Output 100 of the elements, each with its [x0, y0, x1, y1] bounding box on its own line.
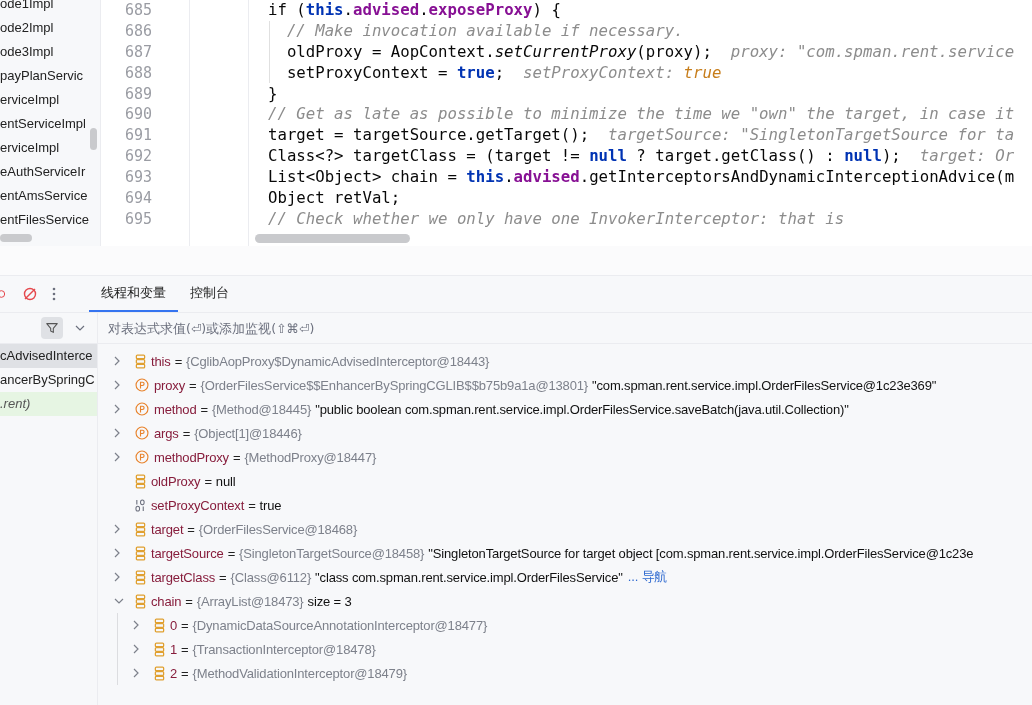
- object-reference: {OrderFilesService@18468}: [198, 521, 358, 537]
- variable-name: this: [151, 353, 171, 369]
- more-icon[interactable]: [52, 286, 56, 302]
- navigate-link[interactable]: ... 导航: [627, 568, 668, 586]
- equals-sign: =: [187, 521, 195, 537]
- equals-sign: =: [200, 401, 208, 417]
- parameter-icon: [135, 378, 149, 392]
- code-text: .: [504, 167, 514, 187]
- object-reference: {TransactionInterceptor@18478}: [192, 641, 376, 657]
- tab[interactable]: 线程和变量: [89, 276, 178, 312]
- equals-sign: =: [232, 449, 241, 465]
- line-number: 694: [123, 188, 152, 209]
- scrollbar-thumb[interactable]: [90, 128, 97, 150]
- code-text: if (: [268, 0, 306, 19]
- equals-sign: =: [181, 617, 189, 633]
- code-text: ) {: [532, 0, 561, 19]
- variable-name: targetClass: [151, 569, 216, 585]
- object-reference: {DynamicDataSourceAnnotationInterceptor@18477}: [192, 617, 488, 633]
- line-number: 693: [123, 167, 152, 188]
- field-icon: [135, 353, 146, 369]
- line-number: 688: [123, 62, 152, 84]
- variable-value: "SingletonTargetSource for target object [com.spman.rent.service.impl.OrderFilesService@1c23e: [428, 545, 974, 561]
- file-tree-item[interactable]: entFilesService: [0, 208, 100, 232]
- field-name: advised: [513, 167, 580, 187]
- code-text: Object retVal;: [268, 188, 401, 207]
- variable-name: args: [154, 425, 179, 441]
- method-call: setCurrentProxy: [494, 41, 637, 61]
- code-text: .: [419, 0, 429, 19]
- file-tree-item[interactable]: eAuthServiceIr: [0, 160, 100, 184]
- variable-value: "class com.spman.rent.service.impl.OrderFilesService": [315, 569, 623, 585]
- object-reference: {OrderFilesService$$EnhancerBySpringCGLIB$$b75b9a1a@13801}: [200, 377, 589, 393]
- variable-name: chain: [151, 593, 182, 609]
- tab[interactable]: 控制台: [178, 276, 241, 312]
- equals-sign: =: [204, 473, 212, 489]
- file-tree-item[interactable]: ode2Impl: [0, 16, 100, 40]
- object-reference: {CglibAopProxy$DynamicAdvisedInterceptor@18443}: [186, 353, 490, 369]
- variable-value: "com.spman.rent.service.impl.OrderFilesService@1c23e369": [592, 377, 937, 393]
- field-icon: [135, 569, 146, 585]
- code-text: ? target.getClass() :: [635, 146, 836, 166]
- field-icon: [135, 521, 146, 537]
- equals-sign: =: [219, 569, 227, 585]
- mute-breakpoints-icon[interactable]: [22, 286, 38, 302]
- line-number: 692: [123, 146, 152, 168]
- expression-field[interactable]: 对表达式求值(⏎)或添加监视(⇧⌘⏎): [98, 316, 458, 340]
- keyword: this: [305, 0, 344, 19]
- object-reference: {Object[1]@18446}: [194, 425, 302, 441]
- inline-value-hint: proxy: "com.spman.rent.service: [730, 41, 1015, 61]
- equals-sign: =: [182, 425, 191, 441]
- keyword: this: [466, 167, 505, 187]
- field-icon: [135, 545, 146, 561]
- file-tree-item[interactable]: entServiceImpl: [0, 112, 100, 136]
- variable-name: 0: [170, 617, 178, 633]
- line-number: 685: [123, 0, 152, 21]
- stack-frame[interactable]: ancerBySpringC: [0, 368, 97, 392]
- file-tree-item[interactable]: payPlanServic: [0, 64, 100, 88]
- parameter-icon: [135, 402, 149, 416]
- scrollbar-thumb[interactable]: [0, 234, 32, 242]
- variable-name: setProxyContext: [151, 497, 245, 513]
- line-number: 695: [123, 208, 152, 230]
- code-text: setProxyContext =: [286, 62, 449, 82]
- filter-button[interactable]: [41, 317, 63, 339]
- stack-frame[interactable]: cAdvisedInterce: [0, 344, 97, 368]
- inline-value-hint: targetSource: "SingletonTargetSource for ta: [608, 125, 1015, 145]
- equals-sign: =: [185, 593, 193, 609]
- variable-value: null: [215, 473, 236, 489]
- file-tree-item[interactable]: entAmsService: [0, 184, 100, 208]
- keyword: null: [589, 146, 627, 166]
- variable-name: oldProxy: [151, 473, 201, 489]
- variable-value: true: [259, 497, 282, 513]
- stack-frame[interactable]: .rent): [0, 392, 97, 416]
- variable-name: target: [151, 521, 184, 537]
- variable-name: method: [154, 401, 197, 417]
- file-tree-item[interactable]: ode3Impl: [0, 40, 100, 64]
- code-text: (proxy);: [636, 41, 712, 61]
- code-text: oldProxy = AopContext.: [286, 41, 495, 61]
- file-tree-item[interactable]: erviceImpl: [0, 88, 100, 112]
- equals-sign: =: [227, 545, 236, 561]
- field-name: exposeProxy: [428, 0, 533, 19]
- parameter-icon: [135, 450, 149, 464]
- object-reference: {MethodValidationInterceptor@18479}: [192, 665, 407, 681]
- code-text: );: [881, 146, 901, 166]
- equals-sign: =: [174, 353, 183, 369]
- field-icon: [154, 641, 165, 657]
- field-icon: [154, 617, 165, 633]
- chevron-down-icon[interactable]: [75, 325, 85, 331]
- code-text: .getInterceptorsAndDynamicInterceptionAdvice(m: [579, 167, 1015, 187]
- object-reference: {Method@18445}: [211, 401, 312, 417]
- line-number: 691: [123, 125, 152, 147]
- code-text: List<Object> chain =: [268, 167, 458, 187]
- equals-sign: =: [189, 377, 197, 393]
- equals-sign: =: [181, 665, 189, 681]
- line-number: 689: [123, 83, 152, 105]
- field-icon: [154, 665, 165, 681]
- scrollbar-thumb[interactable]: [255, 234, 410, 243]
- line-number: 686: [123, 20, 152, 42]
- binary-icon: [135, 498, 146, 512]
- variable-name: targetSource: [151, 545, 224, 561]
- object-reference: {Class@6112}: [230, 569, 312, 585]
- file-tree-item[interactable]: erviceImpl: [0, 136, 100, 160]
- inline-value-hint: setProxyContext:: [523, 62, 676, 82]
